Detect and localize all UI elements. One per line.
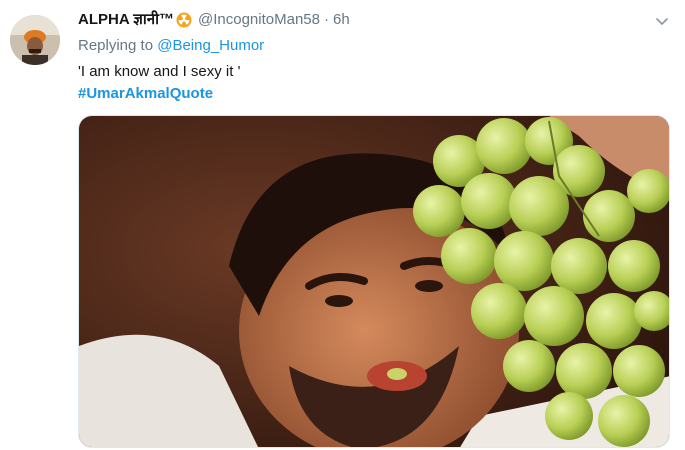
tweet-header: ALPHA ज्ञानी™ @IncognitoMan58 · 6h <box>78 9 350 31</box>
replying-to: Replying to @Being_Humor <box>78 35 264 57</box>
display-name[interactable]: ALPHA ज्ञानी™ <box>78 9 174 31</box>
avatar-image <box>10 15 60 65</box>
timestamp[interactable]: 6h <box>333 9 350 31</box>
tweet-card[interactable]: ALPHA ज्ञानी™ @IncognitoMan58 · 6h Reply… <box>0 0 685 450</box>
radioactive-emoji-icon <box>176 12 192 28</box>
avatar[interactable] <box>10 15 60 65</box>
tweet-photo[interactable] <box>78 115 670 448</box>
separator-dot: · <box>323 11 329 28</box>
hashtag-link[interactable]: #UmarAkmalQuote <box>78 83 213 105</box>
replying-to-mention[interactable]: @Being_Humor <box>157 37 264 54</box>
user-handle[interactable]: @IncognitoMan58 <box>198 9 320 31</box>
photo-image <box>79 116 669 447</box>
replying-to-label: Replying to <box>78 37 158 54</box>
chevron-down-icon[interactable] <box>653 12 671 30</box>
tweet-text: 'I am know and I sexy it ' <box>78 63 241 80</box>
